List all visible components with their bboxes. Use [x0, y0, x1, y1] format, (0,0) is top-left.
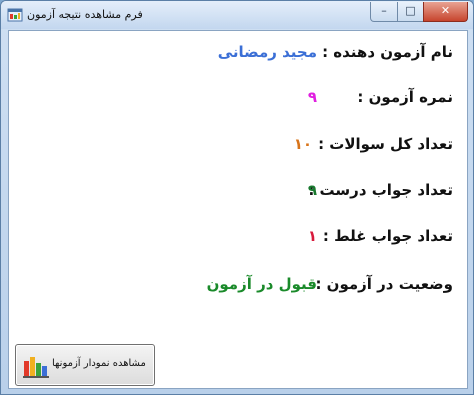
- view-chart-label: مشاهده نمودار آزمونها: [52, 358, 146, 369]
- examinee-label: نام آزمون دهنده :: [322, 43, 453, 61]
- wrong-answers-value: ۱: [307, 227, 317, 245]
- score-label: نمره آزمون :: [357, 88, 453, 106]
- result-row-wrong: تعداد جواب غلط : ۱: [9, 227, 467, 253]
- result-row-score: نمره آزمون : ۹: [9, 88, 467, 114]
- close-button[interactable]: ✕: [423, 2, 468, 22]
- correct-answers-label: تعداد جواب درست :: [308, 181, 453, 199]
- minimize-button[interactable]: –: [370, 2, 398, 22]
- correct-answers-value: ۹: [307, 181, 317, 199]
- view-chart-button[interactable]: مشاهده نمودار آزمونها: [15, 344, 155, 386]
- bar-chart-icon: [23, 357, 49, 378]
- total-questions-label: تعداد کل سوالات :: [318, 135, 453, 153]
- score-value: ۹: [307, 88, 317, 106]
- title-bar[interactable]: فرم مشاهده نتیجه آزمون – □ ✕: [1, 1, 473, 29]
- maximize-button[interactable]: □: [397, 2, 424, 22]
- result-window: فرم مشاهده نتیجه آزمون – □ ✕ نام آزمون د…: [0, 0, 474, 395]
- content-panel: نام آزمون دهنده : مجید رمضانی نمره آزمون…: [8, 30, 468, 389]
- wrong-answers-label: تعداد جواب غلط :: [322, 227, 453, 245]
- total-questions-value: ۱۰: [293, 135, 312, 153]
- app-icon: [7, 8, 23, 22]
- result-row-status: وضعیت در آزمون : قبول در آزمون: [9, 275, 467, 301]
- status-label: وضعیت در آزمون :: [315, 275, 453, 293]
- result-row-total-questions: تعداد کل سوالات : ۱۰: [9, 135, 467, 161]
- examinee-value: مجید رمضانی: [217, 43, 317, 61]
- result-row-examinee: نام آزمون دهنده : مجید رمضانی: [9, 43, 467, 69]
- window-title: فرم مشاهده نتیجه آزمون: [27, 8, 143, 21]
- status-value: قبول در آزمون: [206, 275, 317, 293]
- result-row-correct: تعداد جواب درست : ۹: [9, 181, 467, 207]
